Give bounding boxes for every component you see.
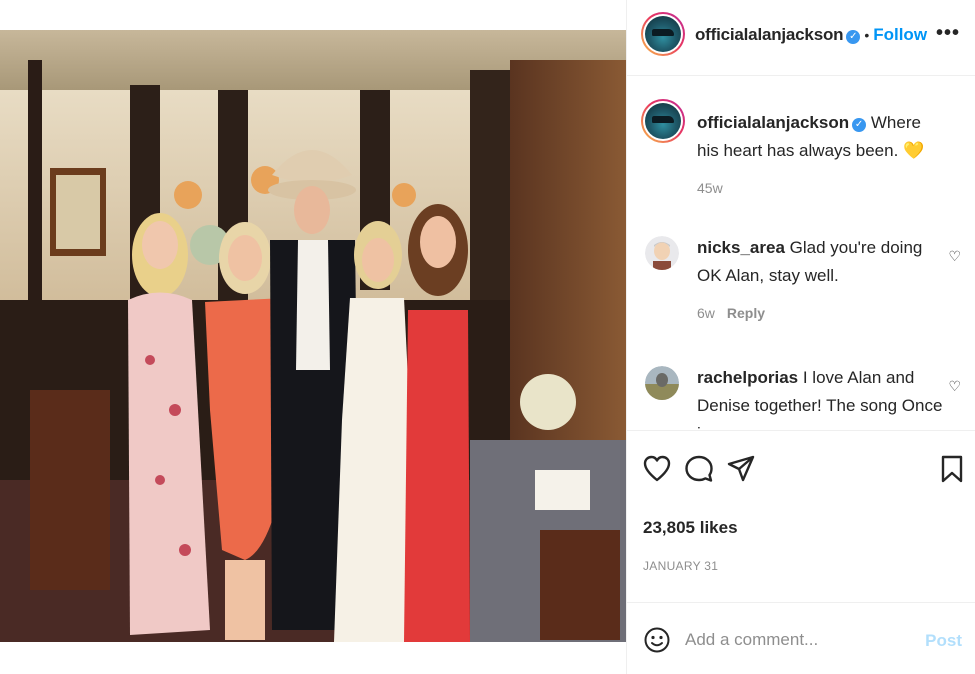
caption: officialalanjackson ✓ Where his heart has… <box>641 99 961 219</box>
post-date: JANUARY 31 <box>643 559 719 573</box>
heart-icon[interactable] <box>643 454 671 484</box>
commenter-avatar[interactable] <box>645 366 679 400</box>
comment-bubble-icon[interactable] <box>685 454 713 484</box>
smiley-icon[interactable] <box>644 627 670 653</box>
bookmark-icon[interactable] <box>938 454 966 484</box>
comment-username[interactable]: rachelporias <box>697 368 798 387</box>
post-actions: 23,805 likes JANUARY 31 <box>627 432 975 602</box>
likes-count[interactable]: 23,805 likes <box>643 518 738 538</box>
verified-badge-icon: ✓ <box>852 118 867 132</box>
comment-username[interactable]: nicks_area <box>697 238 785 257</box>
post-photo[interactable] <box>0 0 626 674</box>
caption-username[interactable]: officialalanjackson <box>697 113 849 132</box>
separator-dot: • <box>864 27 870 43</box>
comment-input[interactable] <box>685 627 915 653</box>
yellow-heart-emoji: 💛 <box>903 141 925 160</box>
group-photo-image <box>0 30 626 642</box>
follow-button[interactable]: Follow <box>873 25 927 44</box>
caption-time[interactable]: 45w <box>697 180 723 196</box>
comment-item: nicks_area Glad you're doing OK Alan, st… <box>641 232 961 327</box>
more-options-icon[interactable]: ••• <box>936 22 960 45</box>
post-header: officialalanjackson ✓ • Follow ••• <box>627 0 975 76</box>
commenter-avatar[interactable] <box>645 236 679 270</box>
post-side-panel: officialalanjackson ✓ • Follow ••• official… <box>626 0 975 674</box>
author-avatar[interactable] <box>641 12 685 56</box>
comment-like-heart-icon[interactable]: ♡ <box>948 378 961 395</box>
post-comment-button[interactable]: Post <box>925 631 962 651</box>
comments-list[interactable]: officialalanjackson ✓ Where his heart has… <box>627 77 975 431</box>
author-username[interactable]: officialalanjackson <box>695 25 844 44</box>
comment-like-heart-icon[interactable]: ♡ <box>948 248 961 265</box>
comment-item: rachelporias I love Alan and Denise toge… <box>641 362 961 430</box>
reply-button[interactable]: Reply <box>727 305 765 321</box>
paper-plane-icon[interactable] <box>727 454 755 484</box>
verified-badge-icon: ✓ <box>846 30 861 44</box>
comment-time[interactable]: 6w <box>697 305 715 321</box>
add-comment-bar: Post <box>627 602 975 674</box>
caption-avatar[interactable] <box>641 99 685 143</box>
